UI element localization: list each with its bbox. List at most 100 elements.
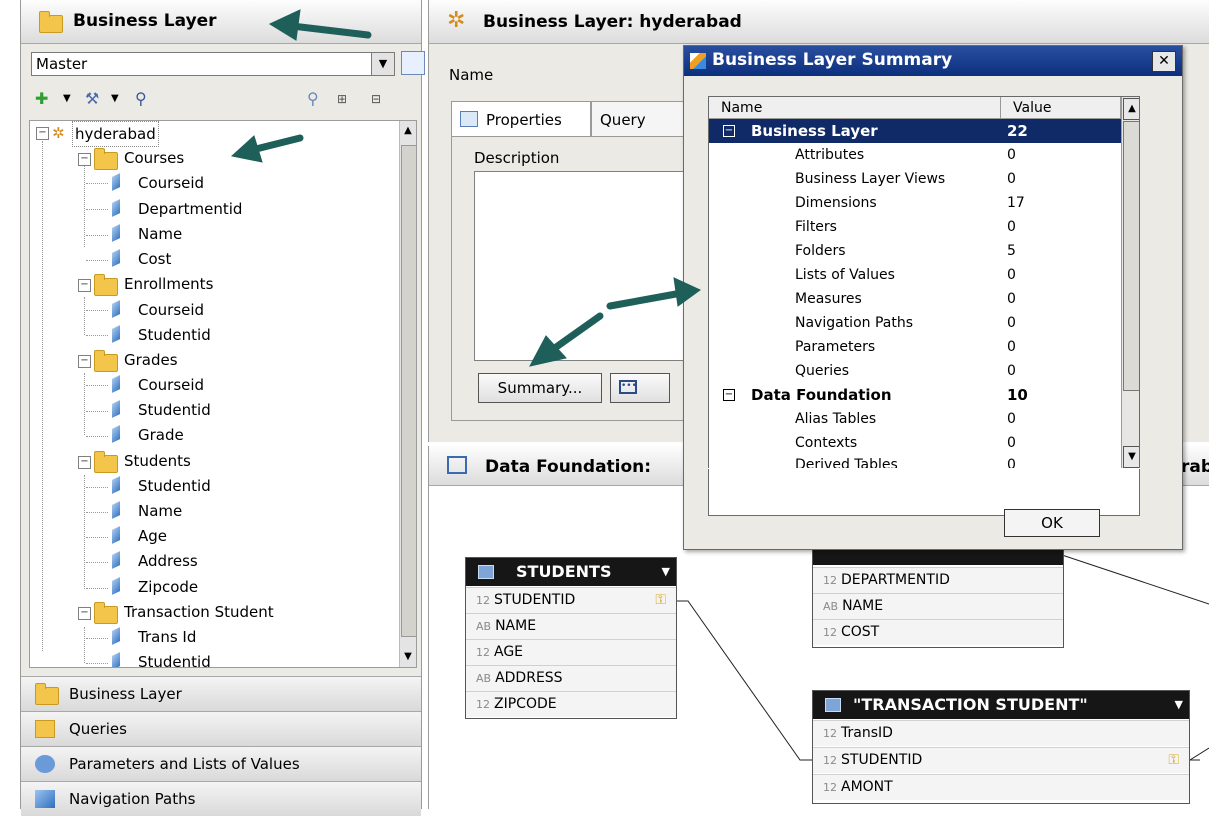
row-name: Attributes — [795, 147, 865, 163]
table-row[interactable]: AB NAME — [813, 593, 1063, 619]
dialog-title: Business Layer Summary — [712, 50, 953, 70]
row-value: 0 — [1007, 315, 1016, 331]
row-value: 0 — [1007, 339, 1016, 355]
row-name: Business Layer — [751, 122, 878, 140]
row-value: 5 — [1007, 243, 1016, 259]
row-value: 0 — [1007, 411, 1016, 427]
type-badge: 12 — [823, 574, 837, 587]
summary-row[interactable]: Queries 0 — [709, 359, 1121, 383]
row-value: 17 — [1007, 195, 1025, 211]
row-name: Business Layer Views — [795, 171, 946, 187]
join-line — [673, 600, 812, 761]
column-name: NAME — [495, 618, 537, 634]
type-badge: 12 — [476, 646, 490, 659]
row-value: 22 — [1007, 122, 1028, 140]
collapse-toggle[interactable]: − — [723, 125, 735, 137]
column-name: STUDENTID — [494, 592, 576, 608]
row-name: Navigation Paths — [795, 315, 914, 331]
column-name: AMONT — [841, 779, 893, 795]
chevron-down-icon[interactable]: ▼ — [662, 558, 670, 586]
summary-row[interactable]: − Business Layer 22 — [709, 119, 1121, 143]
join-line — [1188, 747, 1209, 761]
scroll-thumb[interactable] — [1123, 121, 1139, 391]
column-name: AGE — [494, 644, 524, 660]
summary-row[interactable]: Derived Tables 0 — [709, 453, 1121, 469]
row-value: 0 — [1007, 147, 1016, 163]
type-badge: 12 — [823, 781, 837, 794]
row-value: 0 — [1007, 291, 1016, 307]
summary-row[interactable]: − Data Foundation 10 — [709, 383, 1121, 407]
summary-row[interactable]: Folders 5 — [709, 239, 1121, 263]
row-value: 0 — [1007, 219, 1016, 235]
summary-row[interactable]: Contexts 0 — [709, 431, 1121, 455]
row-name: Dimensions — [795, 195, 877, 211]
row-value: 0 — [1007, 457, 1016, 469]
table-transaction-student[interactable]: "TRANSACTION STUDENT" ▼ 12 TransID 12 STUD… — [812, 690, 1190, 804]
column-header-value[interactable]: Value — [1001, 97, 1121, 119]
row-name: Derived Tables — [795, 457, 898, 469]
row-name: Contexts — [795, 435, 858, 451]
table-row[interactable]: AB ADDRESS — [466, 665, 676, 691]
summary-scrollbar[interactable]: ▲ ▼ — [1121, 97, 1139, 469]
divider — [708, 468, 1140, 469]
key-icon: ⚿ — [1168, 752, 1179, 768]
table-row[interactable]: 12 ZIPCODE — [466, 691, 676, 717]
row-name: Measures — [795, 291, 862, 307]
row-name: Data Foundation — [751, 386, 892, 404]
row-name: Folders — [795, 243, 846, 259]
table-row[interactable]: 12 TransID — [813, 720, 1189, 746]
row-value: 0 — [1007, 363, 1016, 379]
table-icon — [478, 565, 494, 579]
table-row[interactable]: 12 DEPARTMENTID — [813, 567, 1063, 593]
type-badge: 12 — [823, 626, 837, 639]
summary-row[interactable]: Lists of Values 0 — [709, 263, 1121, 287]
type-badge: AB — [476, 620, 492, 633]
chevron-down-icon[interactable]: ▼ — [1175, 691, 1183, 719]
table-row[interactable]: AB NAME — [466, 613, 676, 639]
row-value: 10 — [1007, 386, 1028, 404]
row-value: 0 — [1007, 171, 1016, 187]
table-row[interactable]: 12 STUDENTID ⚿ — [466, 587, 676, 613]
table-name: "TRANSACTION STUDENT" — [853, 695, 1088, 714]
table-row[interactable]: 12 STUDENTID ⚿ — [813, 747, 1189, 773]
column-name: STUDENTID — [841, 752, 923, 768]
column-name: TransID — [841, 725, 893, 741]
summary-row[interactable]: Filters 0 — [709, 215, 1121, 239]
business-layer-summary-dialog: Business Layer Summary ✕ Name Value − Bus… — [683, 45, 1183, 550]
summary-row[interactable]: Alias Tables 0 — [709, 407, 1121, 431]
row-name: Queries — [795, 363, 850, 379]
scroll-up-icon[interactable]: ▲ — [1123, 98, 1139, 120]
summary-row[interactable]: Dimensions 17 — [709, 191, 1121, 215]
summary-row[interactable]: Attributes 0 — [709, 143, 1121, 167]
summary-row[interactable]: Navigation Paths 0 — [709, 311, 1121, 335]
type-badge: AB — [476, 672, 492, 685]
table-row[interactable]: 12 AGE — [466, 639, 676, 665]
key-icon: ⚿ — [655, 592, 666, 608]
table-students[interactable]: STUDENTS ▼ 12 STUDENTID ⚿ AB NAME 12 AGE AB A… — [465, 557, 677, 719]
dialog-titlebar[interactable]: Business Layer Summary ✕ — [684, 46, 1182, 76]
table-row[interactable]: 12 AMONT — [813, 774, 1189, 800]
summary-row[interactable]: Business Layer Views 0 — [709, 167, 1121, 191]
row-value: 0 — [1007, 435, 1016, 451]
column-header-name[interactable]: Name — [709, 97, 1001, 119]
table-row[interactable]: 12 COST — [813, 619, 1063, 645]
table-header: "TRANSACTION STUDENT" ▼ — [813, 691, 1189, 719]
close-icon[interactable]: ✕ — [1152, 51, 1176, 72]
ok-button[interactable]: OK — [1004, 509, 1100, 537]
collapse-toggle[interactable]: − — [723, 389, 735, 401]
row-name: Parameters — [795, 339, 876, 355]
row-name: Filters — [795, 219, 837, 235]
type-badge: 12 — [476, 698, 490, 711]
table-icon — [825, 698, 841, 712]
table-courses[interactable]: 12 DEPARTMENTID AB NAME 12 COST — [812, 542, 1064, 648]
summary-table-body: Name Value − Business Layer 22 Attributes 0… — [709, 97, 1121, 515]
row-name: Alias Tables — [795, 411, 877, 427]
summary-row[interactable]: Measures 0 — [709, 287, 1121, 311]
row-value: 0 — [1007, 267, 1016, 283]
scroll-down-icon[interactable]: ▼ — [1123, 446, 1139, 468]
type-badge: 12 — [823, 727, 837, 740]
summary-row[interactable]: Parameters 0 — [709, 335, 1121, 359]
app-icon — [690, 53, 706, 69]
table-header: STUDENTS ▼ — [466, 558, 676, 586]
column-name: NAME — [842, 598, 884, 614]
